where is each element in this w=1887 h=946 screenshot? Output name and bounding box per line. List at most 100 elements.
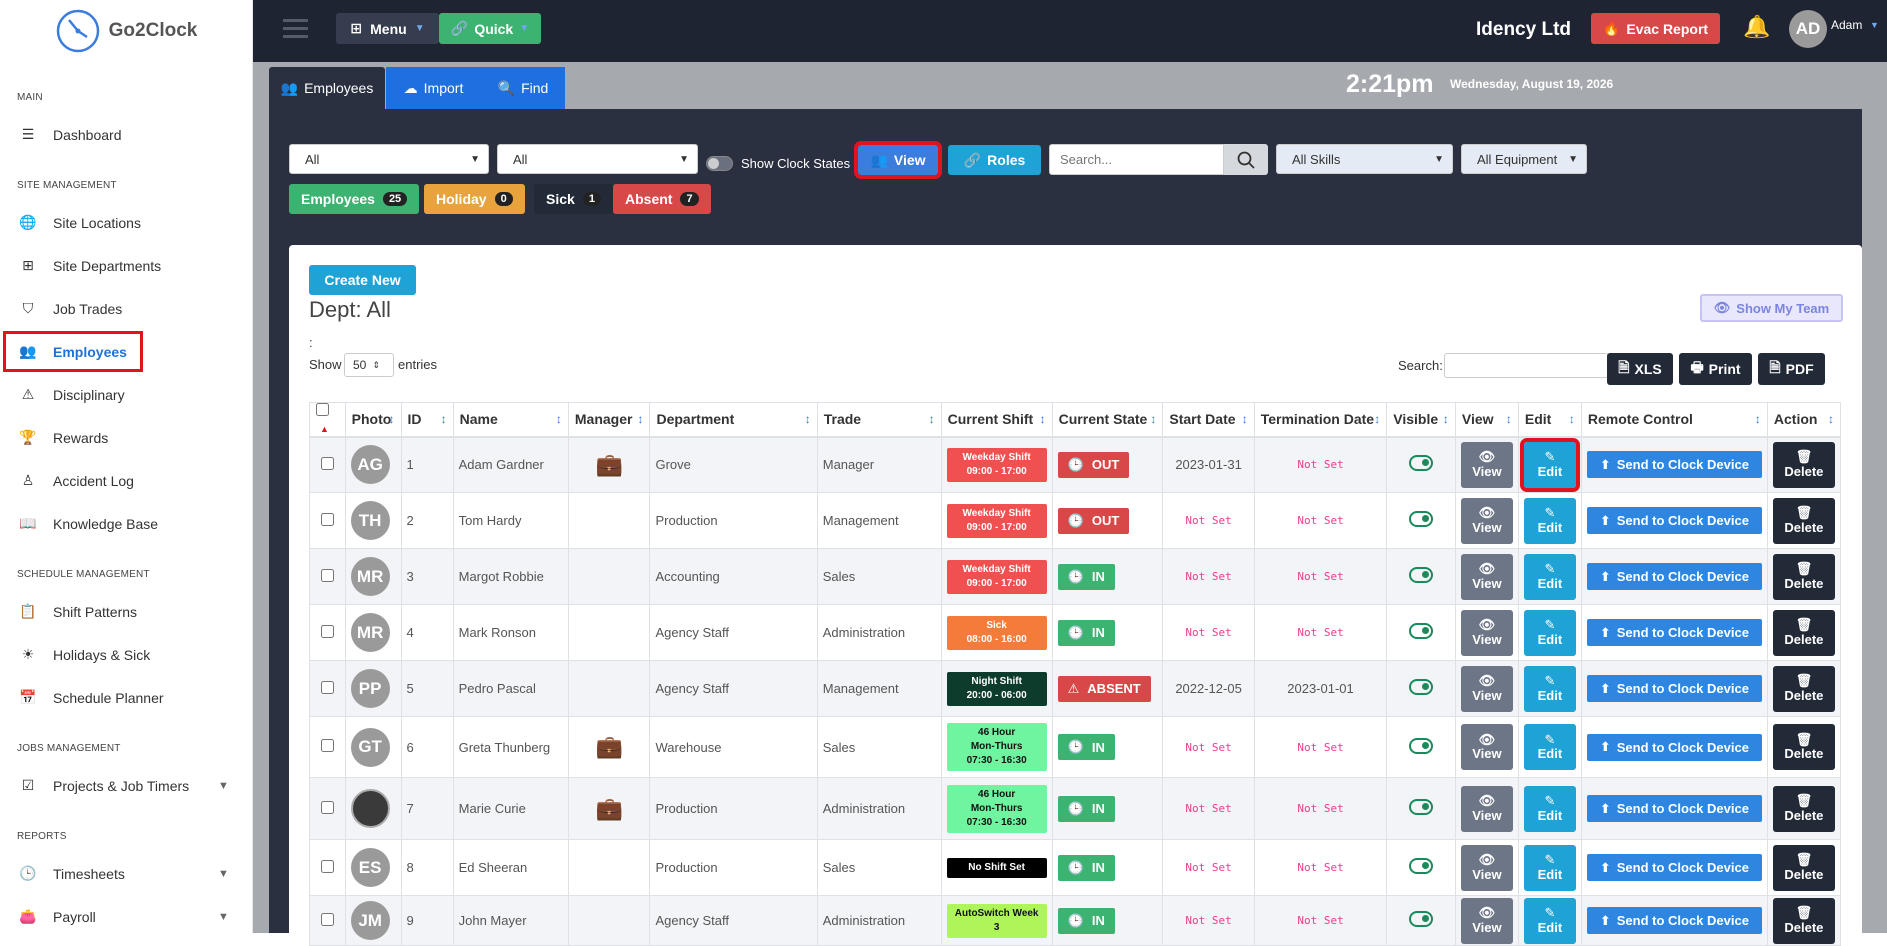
logo[interactable]: Go2Clock	[0, 0, 252, 62]
column-header-action[interactable]: Action↕	[1767, 403, 1840, 437]
row-checkbox[interactable]	[321, 625, 334, 638]
column-header-department[interactable]: Department↕	[650, 403, 817, 437]
delete-row-button[interactable]: 🗑Delete	[1773, 666, 1835, 712]
create-new-button[interactable]: Create New	[309, 265, 416, 295]
eye-toggle-icon[interactable]	[1409, 858, 1433, 874]
sidebar-item-accident-log[interactable]: ♙Accident Log	[0, 459, 252, 502]
delete-row-button[interactable]: 🗑Delete	[1773, 610, 1835, 656]
pdf-button[interactable]: 🗎PDF	[1758, 353, 1825, 385]
column-header-edit[interactable]: Edit↕	[1518, 403, 1581, 437]
search-input[interactable]	[1049, 144, 1224, 175]
roles-button[interactable]: 🔗Roles	[948, 145, 1041, 175]
delete-row-button[interactable]: 🗑Delete	[1773, 786, 1835, 832]
sidebar-item-schedule-planner[interactable]: 📅Schedule Planner	[0, 676, 252, 719]
row-checkbox[interactable]	[321, 681, 334, 694]
edit-row-button[interactable]: ✎Edit	[1524, 845, 1576, 891]
delete-row-button[interactable]: 🗑Delete	[1773, 498, 1835, 544]
stat-employees[interactable]: Employees25	[289, 184, 419, 214]
edit-row-button[interactable]: ✎Edit	[1524, 610, 1576, 656]
view-row-button[interactable]: 👁View	[1461, 442, 1513, 488]
tab-import[interactable]: ☁Import	[386, 67, 481, 109]
search-button[interactable]	[1224, 144, 1268, 175]
column-header-visible[interactable]: Visible↕	[1387, 403, 1456, 437]
tab-employees[interactable]: 👥Employees	[269, 67, 385, 109]
eye-toggle-icon[interactable]	[1409, 455, 1433, 471]
menu-button[interactable]: ⊞Menu▼	[336, 13, 439, 44]
stat-sick[interactable]: Sick1	[534, 184, 613, 214]
view-row-button[interactable]: 👁View	[1461, 498, 1513, 544]
delete-row-button[interactable]: 🗑Delete	[1773, 724, 1835, 770]
row-checkbox[interactable]	[321, 913, 334, 926]
delete-row-button[interactable]: 🗑Delete	[1773, 845, 1835, 891]
site-select[interactable]: All▼	[289, 144, 489, 174]
send-to-clock-device-button[interactable]: ⬆Send to Clock Device	[1587, 563, 1762, 590]
eye-toggle-icon[interactable]	[1409, 679, 1433, 695]
stat-absent[interactable]: Absent7	[613, 184, 711, 214]
evac-report-button[interactable]: 🔥Evac Report	[1591, 13, 1720, 44]
current-shift-badge[interactable]: Weekday Shift09:00 - 17:00	[947, 504, 1047, 538]
eye-toggle-icon[interactable]	[1409, 567, 1433, 583]
view-row-button[interactable]: 👁View	[1461, 724, 1513, 770]
user-avatar[interactable]: AD	[1789, 10, 1827, 48]
eye-toggle-icon[interactable]	[1409, 799, 1433, 815]
sidebar-item-site-locations[interactable]: 🌐Site Locations	[0, 201, 252, 244]
sidebar-item-knowledge-base[interactable]: 📖Knowledge Base	[0, 502, 252, 545]
view-row-button[interactable]: 👁View	[1461, 786, 1513, 832]
eye-toggle-icon[interactable]	[1409, 738, 1433, 754]
view-button[interactable]: 👥View	[858, 145, 938, 175]
current-shift-badge[interactable]: Weekday Shift09:00 - 17:00	[947, 560, 1047, 594]
sidebar-item-projects-job-timers[interactable]: ☑Projects & Job Timers▼	[0, 764, 252, 807]
column-header-photo[interactable]: Photo↕	[345, 403, 401, 437]
column-header-current-state[interactable]: Current State↕	[1052, 403, 1163, 437]
skills-select[interactable]: All Skills▼	[1276, 144, 1453, 174]
current-shift-badge[interactable]: Weekday Shift09:00 - 17:00	[947, 448, 1047, 482]
row-checkbox[interactable]	[321, 860, 334, 873]
row-checkbox[interactable]	[321, 569, 334, 582]
show-my-team-button[interactable]: 👁Show My Team	[1700, 294, 1843, 322]
table-search-input[interactable]	[1444, 353, 1609, 378]
send-to-clock-device-button[interactable]: ⬆Send to Clock Device	[1587, 507, 1762, 534]
eye-toggle-icon[interactable]	[1409, 911, 1433, 927]
delete-row-button[interactable]: 🗑Delete	[1773, 554, 1835, 600]
column-header-manager[interactable]: Manager↕	[568, 403, 650, 437]
sort-up-icon[interactable]: ▲	[320, 424, 329, 434]
department-select[interactable]: All▼	[497, 144, 698, 174]
user-name[interactable]: Adam	[1831, 18, 1862, 32]
equipment-select[interactable]: All Equipment▼	[1461, 144, 1587, 174]
stat-holiday[interactable]: Holiday0	[424, 184, 525, 214]
edit-row-button[interactable]: ✎Edit	[1524, 442, 1576, 488]
edit-row-button[interactable]: ✎Edit	[1524, 786, 1576, 832]
view-row-button[interactable]: 👁View	[1461, 554, 1513, 600]
view-row-button[interactable]: 👁View	[1461, 666, 1513, 712]
send-to-clock-device-button[interactable]: ⬆Send to Clock Device	[1587, 451, 1762, 478]
row-checkbox[interactable]	[321, 801, 334, 814]
edit-row-button[interactable]: ✎Edit	[1524, 498, 1576, 544]
edit-row-button[interactable]: ✎Edit	[1524, 898, 1576, 944]
sidebar-item-site-departments[interactable]: ⊞Site Departments	[0, 244, 252, 287]
edit-row-button[interactable]: ✎Edit	[1524, 554, 1576, 600]
current-shift-badge[interactable]: No Shift Set	[947, 858, 1047, 878]
edit-row-button[interactable]: ✎Edit	[1524, 666, 1576, 712]
eye-toggle-icon[interactable]	[1409, 623, 1433, 639]
sidebar-item-holidays-sick[interactable]: ☀Holidays & Sick	[0, 633, 252, 676]
chevron-down-icon[interactable]: ▼	[1870, 20, 1879, 30]
sidebar-item-dashboard[interactable]: ☰Dashboard	[0, 113, 252, 156]
row-checkbox[interactable]	[321, 739, 334, 752]
current-shift-badge[interactable]: 46 HourMon-Thurs07:30 - 16:30	[947, 723, 1047, 771]
column-header-name[interactable]: Name↕	[453, 403, 568, 437]
send-to-clock-device-button[interactable]: ⬆Send to Clock Device	[1587, 907, 1762, 934]
view-row-button[interactable]: 👁View	[1461, 898, 1513, 944]
send-to-clock-device-button[interactable]: ⬆Send to Clock Device	[1587, 734, 1762, 761]
column-header-remote-control[interactable]: Remote Control↕	[1581, 403, 1767, 437]
column-header-termination-date[interactable]: Termination Date↕	[1254, 403, 1387, 437]
send-to-clock-device-button[interactable]: ⬆Send to Clock Device	[1587, 619, 1762, 646]
sidebar-item-job-trades[interactable]: ⛉Job Trades	[0, 287, 252, 330]
current-shift-badge[interactable]: AutoSwitch Week3	[947, 904, 1047, 938]
edit-row-button[interactable]: ✎Edit	[1524, 724, 1576, 770]
hamburger-icon[interactable]	[283, 19, 308, 39]
delete-row-button[interactable]: 🗑Delete	[1773, 442, 1835, 488]
company-name[interactable]: Idency Ltd	[1476, 19, 1571, 41]
send-to-clock-device-button[interactable]: ⬆Send to Clock Device	[1587, 795, 1762, 822]
current-shift-badge[interactable]: 46 HourMon-Thurs07:30 - 16:30	[947, 785, 1047, 833]
view-row-button[interactable]: 👁View	[1461, 845, 1513, 891]
